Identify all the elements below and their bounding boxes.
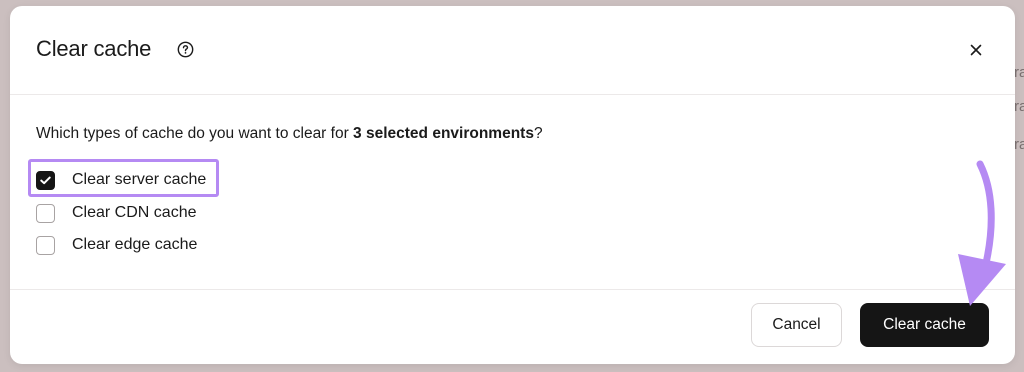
edge-cache-checkbox[interactable] [36,235,55,255]
cancel-button[interactable]: Cancel [751,303,842,347]
dialog-title: Clear cache [36,36,152,61]
dialog-header: Clear cache [10,6,1015,95]
question-text: Which types of cache do you want to clea… [36,125,354,142]
backdrop-text-fragment: ra [1014,98,1024,115]
annotation-arrow-icon [958,160,1006,306]
close-icon [970,44,982,56]
cdn-cache-label: Clear CDN cache [72,204,197,221]
clear-cache-dialog: Clear cache Which types of cache do you … [10,6,1015,364]
question-circle-icon[interactable] [177,41,194,58]
cache-question: Which types of cache do you want to clea… [36,125,543,143]
close-button[interactable] [965,39,987,61]
annotation-highlight-box [28,159,219,197]
edge-cache-label: Clear edge cache [72,236,198,253]
option-clear-edge-cache[interactable]: Clear edge cache [36,233,197,257]
question-environments-count: 3 selected environments [353,125,534,142]
cdn-cache-checkbox[interactable] [36,203,55,223]
backdrop-text-fragment: ra [1014,136,1024,153]
option-clear-cdn-cache[interactable]: Clear CDN cache [36,201,196,225]
backdrop-text-fragment: ra [1014,64,1024,81]
footer-divider [10,289,1015,290]
question-mark: ? [533,125,543,142]
